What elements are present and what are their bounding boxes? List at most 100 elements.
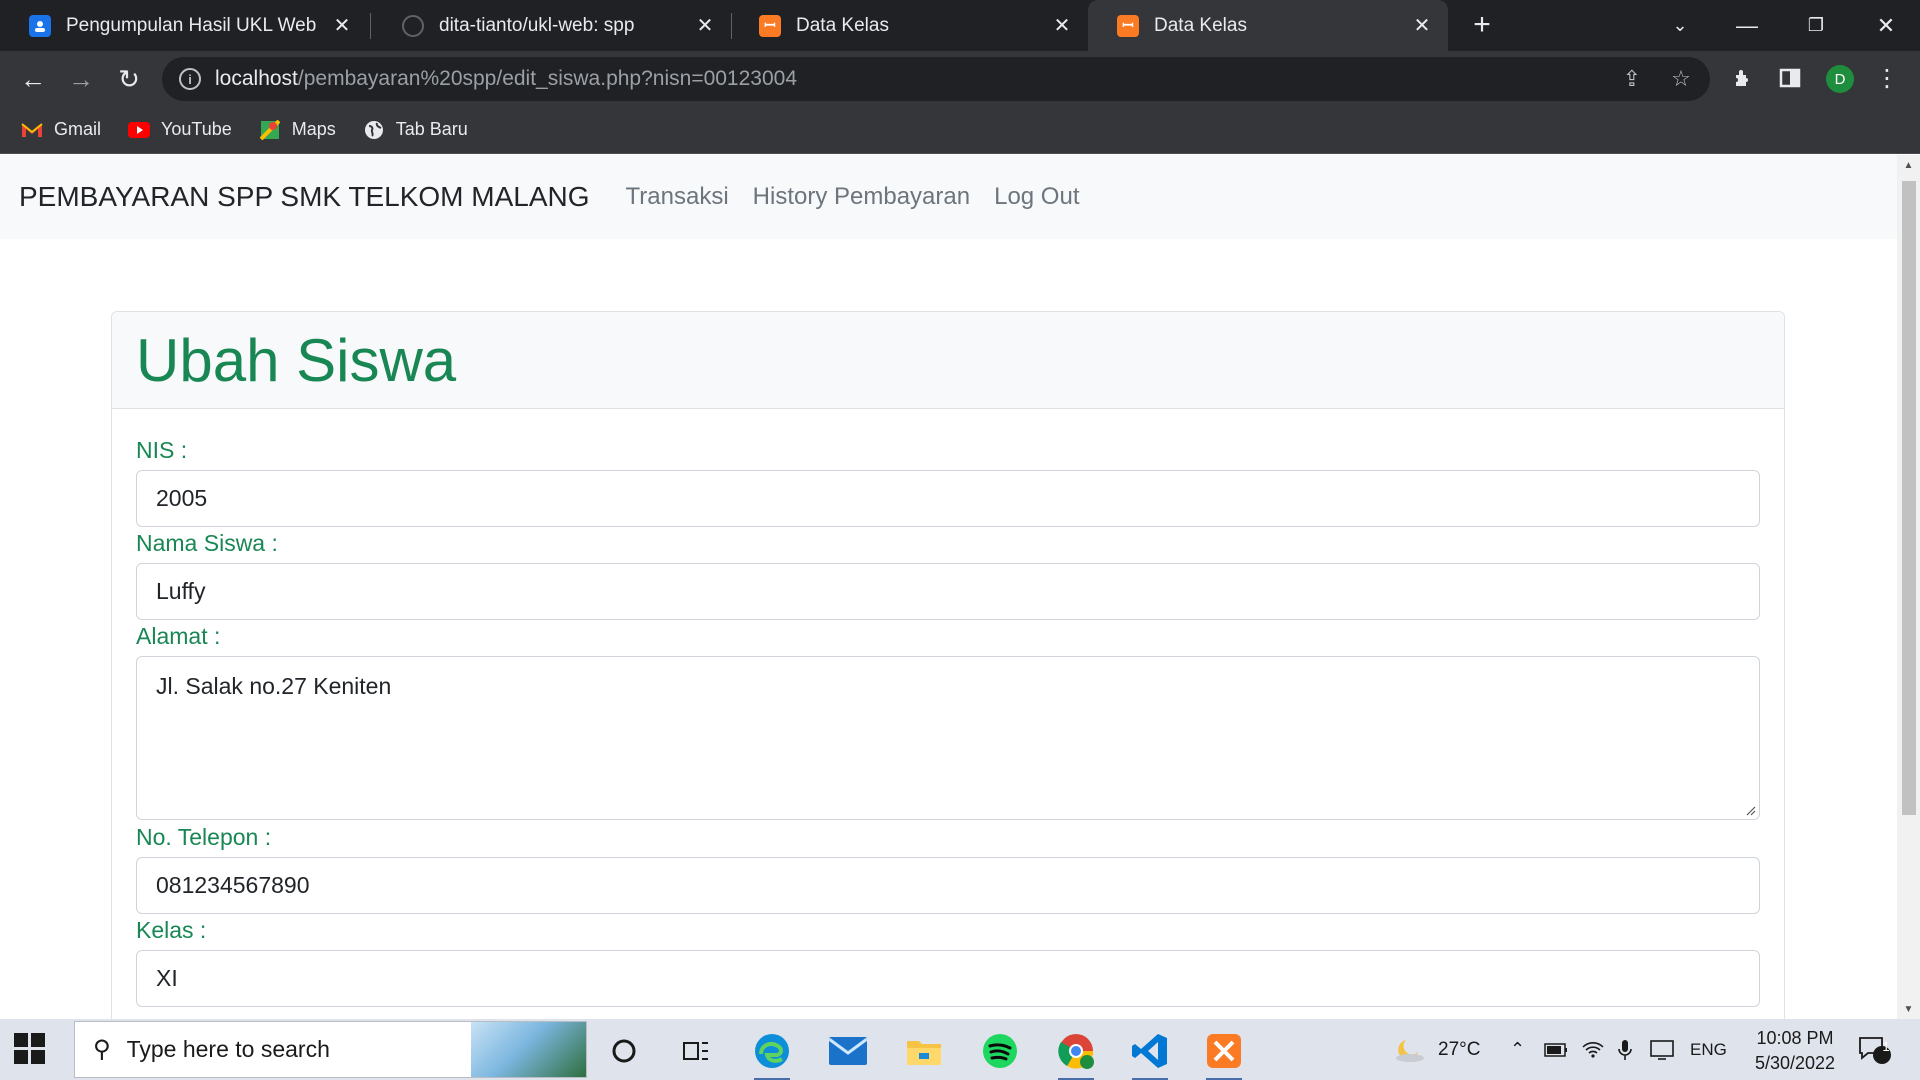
clock-date: 5/30/2022 [1754,1053,1836,1073]
menu-kebab-icon[interactable]: ⋮ [1870,61,1904,95]
system-clock[interactable]: 10:08 PM 5/30/2022 [1740,1026,1850,1076]
tab-data-kelas-active[interactable]: ꟷ Data Kelas ✕ [1088,0,1448,51]
address-bar[interactable]: i localhost/pembayaran%20spp/edit_siswa.… [162,57,1710,101]
close-tab-icon[interactable]: ✕ [1410,13,1434,37]
search-highlight-illustration [471,1022,586,1077]
page-title: Ubah Siswa [136,326,457,394]
weather-widget[interactable]: 27°C [1392,1019,1480,1080]
windows-taskbar: ⚲ Type here to search 27°C ⌃ ENG 10:08 P… [0,1019,1920,1080]
task-view-icon[interactable] [666,1025,726,1077]
close-tab-icon[interactable]: ✕ [1050,13,1074,37]
page-scrollbar[interactable]: ▲ ▼ [1897,155,1920,1019]
wifi-icon[interactable] [1582,1019,1604,1080]
card-header: Ubah Siswa [112,312,1784,409]
xampp-icon: ꟷ [759,14,781,37]
clock-time: 10:08 PM [1756,1028,1834,1048]
profile-avatar[interactable]: D [1826,65,1854,93]
display-settings-icon[interactable] [1650,1019,1674,1080]
tab-title: dita-tianto/ukl-web: spp [439,14,635,36]
input-language[interactable]: ENG [1690,1019,1727,1080]
vscode-icon[interactable] [1120,1025,1180,1080]
maps-icon [258,119,282,140]
xampp-icon: ꟷ [1117,14,1139,37]
share-icon[interactable]: ⇪ [1618,65,1646,93]
tab-title: Data Kelas [796,14,889,36]
gmail-icon [20,120,44,140]
forward-button[interactable]: → [62,60,100,98]
nis-input[interactable]: 2005 [136,470,1760,527]
tray-overflow-chevron-icon[interactable]: ⌃ [1510,1019,1525,1080]
tab-search-icon[interactable]: ⌄ [1650,0,1710,51]
file-explorer-icon[interactable] [894,1025,954,1077]
youtube-icon [127,120,151,140]
extensions-icon[interactable] [1726,61,1760,95]
site-brand[interactable]: PEMBAYARAN SPP SMK TELKOM MALANG [19,181,590,213]
page-viewport: PEMBAYARAN SPP SMK TELKOM MALANG Transak… [0,155,1897,1019]
side-panel-icon[interactable] [1773,61,1807,95]
tab-data-kelas-1[interactable]: ꟷ Data Kelas ✕ [730,0,1088,51]
nav-link-history[interactable]: History Pembayaran [753,183,970,211]
chrome-icon[interactable] [1046,1025,1106,1080]
notification-center[interactable]: 1 [1858,1019,1892,1080]
nav-link-logout[interactable]: Log Out [994,183,1079,211]
minimize-button[interactable]: — [1717,0,1777,51]
alamat-label: Alamat : [136,623,221,649]
bookmark-label: Tab Baru [395,119,468,139]
kelas-label: Kelas : [136,917,207,943]
nav-link-transaksi[interactable]: Transaksi [626,183,729,211]
scrollbar-thumb[interactable] [1902,181,1916,815]
edit-student-card: Ubah Siswa NIS : 2005 Nama Siswa : Luffy… [111,311,1785,1019]
tab-title: Pengumpulan Hasil UKL Web [66,14,317,36]
bookmark-gmail[interactable]: Gmail [20,119,101,140]
windows-start-button[interactable] [14,1033,46,1065]
reload-button[interactable]: ↻ [110,60,148,98]
back-button[interactable]: ← [14,60,52,98]
bookmark-star-icon[interactable]: ☆ [1667,65,1695,93]
bookmark-label: YouTube [161,119,232,139]
kelas-input[interactable]: XI [136,950,1760,1007]
new-tab-button[interactable]: + [1466,8,1498,41]
search-placeholder: Type here to search [126,1036,330,1062]
taskbar-search-box[interactable]: ⚲ Type here to search [74,1021,587,1078]
globe-icon [362,120,386,140]
nama-siswa-input[interactable]: Luffy [136,563,1760,620]
tab-separator [370,13,371,39]
restore-button[interactable]: ❐ [1786,0,1846,51]
telepon-label: No. Telepon : [136,824,272,850]
close-tab-icon[interactable]: ✕ [693,13,717,37]
microphone-icon[interactable] [1618,1019,1632,1080]
telepon-input[interactable]: 081234567890 [136,857,1760,914]
edge-browser-icon[interactable] [742,1025,802,1080]
weather-temperature: 27°C [1438,1038,1481,1060]
tab-title: Data Kelas [1154,14,1247,36]
browser-toolbar: ← → ↻ i localhost/pembayaran%20spp/edit_… [0,51,1920,106]
mail-icon[interactable] [818,1025,878,1077]
xampp-icon[interactable] [1194,1025,1254,1080]
bookmark-maps[interactable]: Maps [258,119,336,140]
tab-github[interactable]: dita-tianto/ukl-web: spp ✕ [373,0,731,51]
browser-tab-strip: Pengumpulan Hasil UKL Web ✕ dita-tianto/… [0,0,1920,51]
spotify-icon[interactable] [970,1025,1030,1077]
search-icon: ⚲ [93,1036,111,1063]
scroll-up-arrow-icon[interactable]: ▲ [1897,155,1920,175]
resize-grip-icon[interactable] [1744,804,1756,816]
url-text: localhost/pembayaran%20spp/edit_siswa.ph… [215,67,798,90]
bookmark-tab-baru[interactable]: Tab Baru [362,119,468,140]
github-icon [402,14,424,37]
close-window-button[interactable]: ✕ [1856,0,1916,51]
alamat-value: Jl. Salak no.27 Keniten [156,673,392,699]
classroom-icon [29,14,51,37]
site-info-icon[interactable]: i [179,68,201,90]
close-tab-icon[interactable]: ✕ [330,13,354,37]
notification-count: 1 [1882,1039,1890,1054]
nama-siswa-label: Nama Siswa : [136,530,278,556]
cortana-icon[interactable] [594,1025,654,1077]
bookmarks-bar: Gmail YouTube Maps Tab Baru [0,106,1920,154]
bookmark-youtube[interactable]: YouTube [127,119,232,140]
site-navbar: PEMBAYARAN SPP SMK TELKOM MALANG Transak… [0,155,1897,239]
scroll-down-arrow-icon[interactable]: ▼ [1897,999,1920,1019]
weather-moon-icon [1396,1039,1424,1062]
alamat-textarea[interactable]: Jl. Salak no.27 Keniten [136,656,1760,820]
battery-icon[interactable] [1544,1019,1568,1080]
tab-pengumpulan[interactable]: Pengumpulan Hasil UKL Web ✕ [0,0,368,51]
